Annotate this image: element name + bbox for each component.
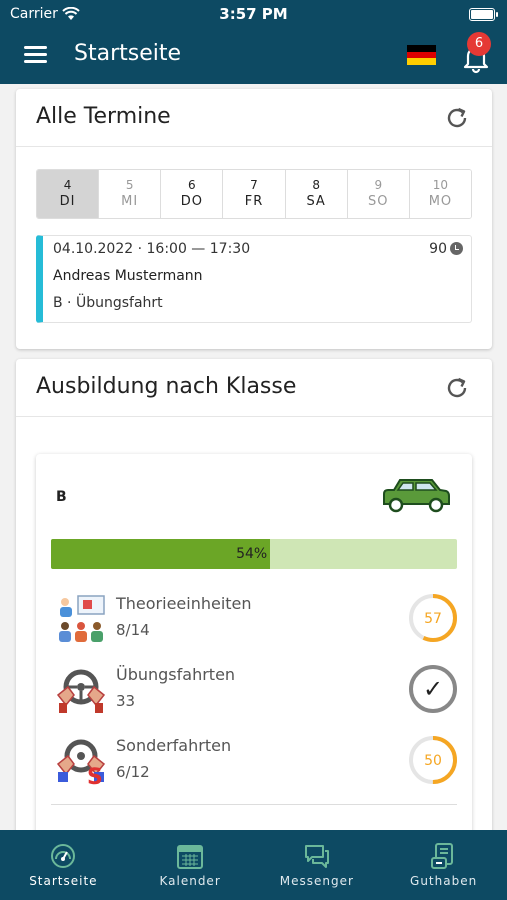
training-row-special[interactable]: S Sonderfahrten 6/12 50 <box>36 734 472 798</box>
appointment-name: Andreas Mustermann <box>53 268 203 284</box>
row-label: Sonderfahrten <box>116 736 232 755</box>
nav-startseite[interactable]: Startseite <box>0 830 127 900</box>
page-title: Startseite <box>74 41 182 66</box>
appointments-card: Alle Termine 4 DI 5 MI 6 DO 7 FR 8 SA 9 SO 10 M… <box>16 89 492 349</box>
battery-icon <box>469 8 498 21</box>
refresh-icon[interactable] <box>444 375 470 401</box>
row-value: 6/12 <box>116 763 150 781</box>
nav-guthaben[interactable]: Guthaben <box>380 830 507 900</box>
card-header: Alle Termine <box>16 89 492 147</box>
appointment-item[interactable]: 04.10.2022 · 16:00 — 17:30 90 Andreas Mu… <box>36 235 472 323</box>
app-bar: Startseite 6 <box>0 30 507 84</box>
row-value: 33 <box>116 692 136 710</box>
class-label: B <box>56 489 67 505</box>
appointments-title: Alle Termine <box>36 104 171 129</box>
training-card: Ausbildung nach Klasse B 54% Theorieeinh… <box>16 359 492 874</box>
progress-ring: 50 <box>409 736 457 784</box>
check-ring-icon: ✓ <box>409 665 457 713</box>
german-flag-icon[interactable] <box>407 45 436 65</box>
row-label: Übungsfahrten <box>116 665 236 684</box>
row-value: 8/14 <box>116 621 150 639</box>
dashboard-icon <box>51 844 76 868</box>
nav-label: Messenger <box>279 874 354 888</box>
row-label: Theorieeinheiten <box>116 594 252 613</box>
appointment-duration: 90 <box>429 241 463 257</box>
bottom-nav: Startseite Kalender Messenger Guthaben <box>0 830 507 900</box>
wallet-icon <box>430 843 453 869</box>
day-tab[interactable]: 10 MO <box>409 170 471 218</box>
special-drive-icon: S <box>56 739 106 786</box>
menu-icon[interactable] <box>24 46 47 64</box>
top-bar: Carrier 3:57 PM Startseite 6 <box>0 0 507 84</box>
nav-kalender[interactable]: Kalender <box>127 830 254 900</box>
clock-icon <box>450 242 463 255</box>
day-tab[interactable]: 9 SO <box>347 170 410 218</box>
day-tab[interactable]: 4 DI <box>37 170 100 218</box>
day-tab[interactable]: 8 SA <box>285 170 348 218</box>
card-header: Ausbildung nach Klasse <box>16 359 492 417</box>
status-bar: Carrier 3:57 PM <box>0 0 507 30</box>
notification-badge: 6 <box>467 32 491 56</box>
calendar-icon <box>177 845 204 869</box>
nav-label: Startseite <box>29 874 98 888</box>
progress-percent: 54% <box>236 546 268 562</box>
training-title: Ausbildung nach Klasse <box>36 374 297 399</box>
svg-text:50: 50 <box>424 753 442 769</box>
class-progress-bar: 54% <box>51 539 457 569</box>
refresh-icon[interactable] <box>444 105 470 131</box>
day-tab[interactable]: 5 MI <box>99 170 162 218</box>
nav-messenger[interactable]: Messenger <box>254 830 381 900</box>
classroom-icon <box>59 595 105 642</box>
training-row-practice[interactable]: Übungsfahrten 33 ✓ <box>36 663 472 727</box>
appointment-type: B · Übungsfahrt <box>53 295 163 311</box>
svg-text:✓: ✓ <box>423 675 443 703</box>
class-progress-panel: B 54% Theorieeinheiten 8/14 57 Übungsfah… <box>36 454 472 874</box>
car-icon <box>383 479 450 513</box>
training-row-theory[interactable]: Theorieeinheiten 8/14 57 <box>36 592 472 656</box>
day-tab[interactable]: 6 DO <box>161 170 224 218</box>
day-tab[interactable]: 7 FR <box>223 170 286 218</box>
appointment-datetime: 04.10.2022 · 16:00 — 17:30 <box>53 241 251 257</box>
divider <box>51 804 457 805</box>
progress-ring: 57 <box>409 594 457 642</box>
svg-text:S: S <box>87 765 103 786</box>
svg-text:57: 57 <box>424 611 442 627</box>
chat-icon <box>304 845 329 868</box>
status-time: 3:57 PM <box>219 5 288 23</box>
day-selector: 4 DI 5 MI 6 DO 7 FR 8 SA 9 SO 10 MO <box>36 169 472 219</box>
nav-label: Guthaben <box>410 874 478 888</box>
steering-wheel-icon <box>56 669 106 713</box>
nav-label: Kalender <box>159 874 221 888</box>
